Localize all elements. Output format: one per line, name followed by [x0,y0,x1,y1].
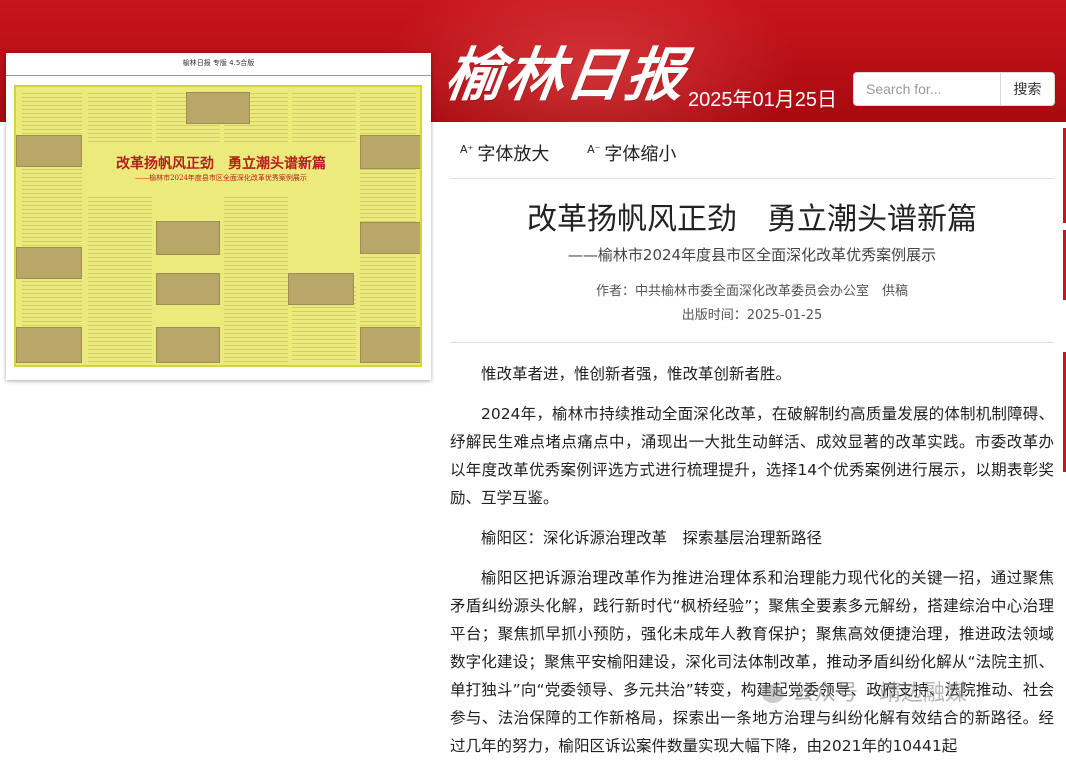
font-increase-icon: A⁺ [460,143,474,156]
text-column [88,197,152,363]
font-decrease-label: 字体缩小 [604,144,677,165]
search-button[interactable]: 搜索 [1000,73,1054,105]
article-publish-time: 出版时间：2025-01-25 [681,308,823,323]
font-increase-label: 字体放大 [477,144,550,165]
news-photo [16,327,82,363]
search-input[interactable] [854,73,1000,105]
font-size-controls: A⁺ 字体放大 A⁻ 字体缩小 [460,140,708,166]
news-photo [288,273,354,305]
watermark: 公众号 · 靖边融媒 [762,675,967,707]
newspaper-logo[interactable]: 榆林日报 [441,40,691,110]
issue-date: 2025年01月25日 [688,89,837,111]
article-title: 改革扬帆风正劲 勇立潮头谱新篇 [527,202,977,237]
divider [450,342,1054,343]
article-paragraph: 2024年，榆林市持续推动全面深化改革，在破解制约高质量发展的体制机制障碍、纾解… [450,405,1054,507]
newspaper-masthead: 榆林日报 专版 4.5合版 [6,53,431,76]
newspaper-subheadline: ——榆林市2024年度县市区全面深化改革优秀案例展示 [135,174,307,182]
font-decrease-button[interactable]: A⁻ 字体缩小 [587,143,692,165]
article-paragraph: 榆阳区把诉源治理改革作为推进治理体系和治理能力现代化的关键一招，通过聚焦矛盾纠纷… [450,569,1054,755]
text-column [88,93,152,143]
news-photo [360,135,420,169]
news-photo [156,221,220,255]
font-increase-button[interactable]: A⁺ 字体放大 [460,143,565,165]
newspaper-page-thumbnail[interactable]: 榆林日报 专版 4.5合版 改革扬帆风正劲 勇立潮头谱新篇 ——榆林市2024年… [6,53,431,380]
news-photo [156,273,220,305]
article-body: 惟改革者进，惟创新者强，惟改革创新者胜。 2024年，榆林市持续推动全面深化改革… [450,360,1054,772]
search-box: 搜索 [853,72,1055,106]
text-column [22,93,82,363]
newspaper-headline: 改革扬帆风正劲 勇立潮头谱新篇 [116,156,326,172]
wechat-icon [762,685,784,703]
news-photo [16,247,82,279]
news-photo [156,327,220,363]
article-panel: A⁺ 字体放大 A⁻ 字体缩小 改革扬帆风正劲 勇立潮头谱新篇 ——榆林市2024年… [450,122,1054,755]
news-photo [360,222,420,254]
news-photo [360,327,420,363]
text-column [224,197,288,363]
article-paragraph: 惟改革者进，惟创新者强，惟改革创新者胜。 [481,365,792,383]
news-photo [186,92,250,124]
divider [450,178,1054,179]
article-author: 作者：中共榆林市委全面深化改革委员会办公室 供稿 [595,284,908,299]
article-subtitle: ——榆林市2024年度县市区全面深化改革优秀案例展示 [567,246,937,264]
watermark-text: 公众号 · 靖边融媒 [792,681,967,706]
text-column [292,93,356,143]
article-section-heading: 榆阳区：深化诉源治理改革 探索基层治理新路径 [481,529,823,547]
news-photo [16,135,82,167]
font-decrease-icon: A⁻ [587,143,601,156]
newspaper-page-highlight[interactable]: 改革扬帆风正劲 勇立潮头谱新篇 ——榆林市2024年度县市区全面深化改革优秀案例… [14,85,422,367]
